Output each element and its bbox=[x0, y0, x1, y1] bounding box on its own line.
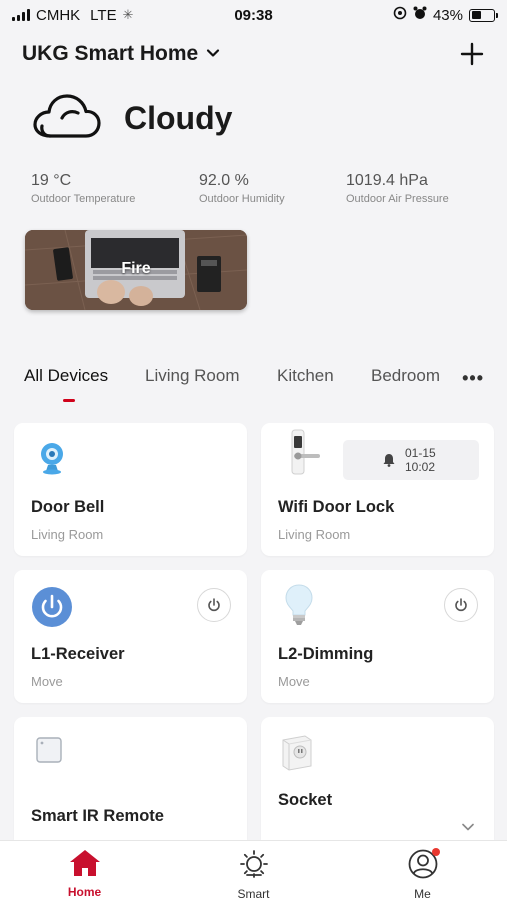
scene-card-fire[interactable]: Fire bbox=[25, 230, 247, 310]
device-name: L2-Dimming bbox=[278, 645, 374, 663]
camera-icon bbox=[31, 437, 73, 479]
tab-living-room[interactable]: Living Room bbox=[145, 366, 240, 386]
alarm-datetime: 01-15 10:02 bbox=[405, 446, 436, 474]
device-name: Smart IR Remote bbox=[31, 807, 164, 825]
nav-label: Me bbox=[414, 887, 431, 900]
tab-bedroom-clip: Bedroom bbox=[371, 366, 446, 390]
device-room: Living Room bbox=[278, 527, 351, 542]
device-room: Move bbox=[278, 674, 310, 689]
device-name: Door Bell bbox=[31, 498, 105, 516]
socket-icon bbox=[275, 731, 317, 773]
tab-indicator bbox=[63, 399, 75, 402]
device-room: Move bbox=[31, 674, 63, 689]
weather-metrics: 19 °C Outdoor Temperature 92.0 % Outdoor… bbox=[31, 172, 491, 205]
bottom-nav: Home Smart Me bbox=[0, 840, 507, 900]
power-icon[interactable] bbox=[444, 588, 478, 622]
signal-icon bbox=[12, 9, 30, 21]
nav-label: Smart bbox=[237, 887, 270, 900]
status-bar: CMHK LTE ✳ 09:38 43% bbox=[0, 0, 507, 30]
sun-icon bbox=[238, 849, 270, 884]
notification-dot bbox=[431, 848, 440, 856]
alarm-date: 01-15 bbox=[405, 446, 436, 460]
loading-icon: ✳ bbox=[122, 7, 134, 22]
tab-all-devices[interactable]: All Devices bbox=[24, 366, 108, 386]
nav-me[interactable]: Me bbox=[338, 841, 507, 900]
power-icon[interactable] bbox=[197, 588, 231, 622]
weather-summary: Cloudy bbox=[32, 92, 232, 145]
bell-icon bbox=[383, 453, 395, 472]
carrier-label: CMHK bbox=[36, 6, 81, 24]
alarm-clock-icon bbox=[413, 6, 427, 24]
metric-value: 19 °C bbox=[31, 172, 72, 189]
alarm-time: 10:02 bbox=[405, 460, 436, 474]
device-card-smart-ir-remote[interactable]: Smart IR Remote bbox=[14, 717, 247, 840]
light-bulb-icon bbox=[278, 584, 320, 626]
door-lock-icon bbox=[281, 429, 323, 475]
battery-icon bbox=[469, 8, 498, 22]
chevron-down-icon[interactable] bbox=[462, 818, 474, 836]
device-card-l1-receiver[interactable]: L1-Receiver Move bbox=[14, 570, 247, 703]
ir-remote-icon bbox=[34, 735, 64, 765]
metric-humidity: 92.0 % Outdoor Humidity bbox=[199, 172, 346, 205]
room-tabs: All Devices Living Room Kitchen Bedroom … bbox=[24, 366, 494, 406]
device-card-socket[interactable]: Socket bbox=[261, 717, 494, 840]
scene-label: Fire bbox=[121, 260, 151, 277]
device-name: L1-Receiver bbox=[31, 645, 125, 663]
nav-smart[interactable]: Smart bbox=[169, 841, 338, 900]
metric-pressure: 1019.4 hPa Outdoor Air Pressure bbox=[346, 172, 449, 205]
tab-bedroom[interactable]: Bedroom bbox=[371, 366, 440, 386]
device-room: Living Room bbox=[31, 527, 104, 542]
header: UKG Smart Home bbox=[0, 34, 507, 74]
status-left: CMHK LTE ✳ bbox=[12, 7, 133, 24]
device-name: Wifi Door Lock bbox=[278, 498, 395, 516]
more-dots-icon[interactable]: ••• bbox=[462, 368, 484, 389]
nav-label: Home bbox=[67, 885, 102, 899]
orientation-lock-icon bbox=[393, 6, 407, 24]
device-name: Socket bbox=[278, 791, 333, 809]
home-name: UKG Smart Home bbox=[22, 42, 199, 65]
weather-condition: Cloudy bbox=[124, 100, 233, 136]
status-right: 43% bbox=[393, 6, 498, 24]
home-icon bbox=[69, 849, 101, 882]
device-card-wifi-door-lock[interactable]: 01-15 10:02 Wifi Door Lock Living Room bbox=[261, 423, 494, 556]
device-card-l2-dimming[interactable]: L2-Dimming Move bbox=[261, 570, 494, 703]
metric-label: Outdoor Temperature bbox=[31, 193, 136, 205]
cloud-icon bbox=[32, 92, 102, 145]
home-selector[interactable]: UKG Smart Home bbox=[22, 42, 220, 66]
nav-home[interactable]: Home bbox=[0, 841, 169, 900]
network-label: LTE bbox=[90, 6, 117, 24]
device-card-door-bell[interactable]: Door Bell Living Room bbox=[14, 423, 247, 556]
metric-value: 1019.4 hPa bbox=[346, 172, 428, 189]
plus-icon[interactable] bbox=[457, 39, 487, 69]
power-circle-icon bbox=[31, 586, 73, 628]
user-icon bbox=[408, 848, 440, 884]
metric-value: 92.0 % bbox=[199, 172, 249, 189]
battery-percent: 43% bbox=[432, 6, 463, 24]
lock-alarm-notice: 01-15 10:02 bbox=[343, 440, 479, 480]
metric-label: Outdoor Air Pressure bbox=[346, 193, 449, 205]
chevron-down-icon bbox=[206, 42, 220, 66]
metric-label: Outdoor Humidity bbox=[199, 193, 285, 205]
metric-temperature: 19 °C Outdoor Temperature bbox=[31, 172, 199, 205]
tab-kitchen[interactable]: Kitchen bbox=[277, 366, 334, 386]
